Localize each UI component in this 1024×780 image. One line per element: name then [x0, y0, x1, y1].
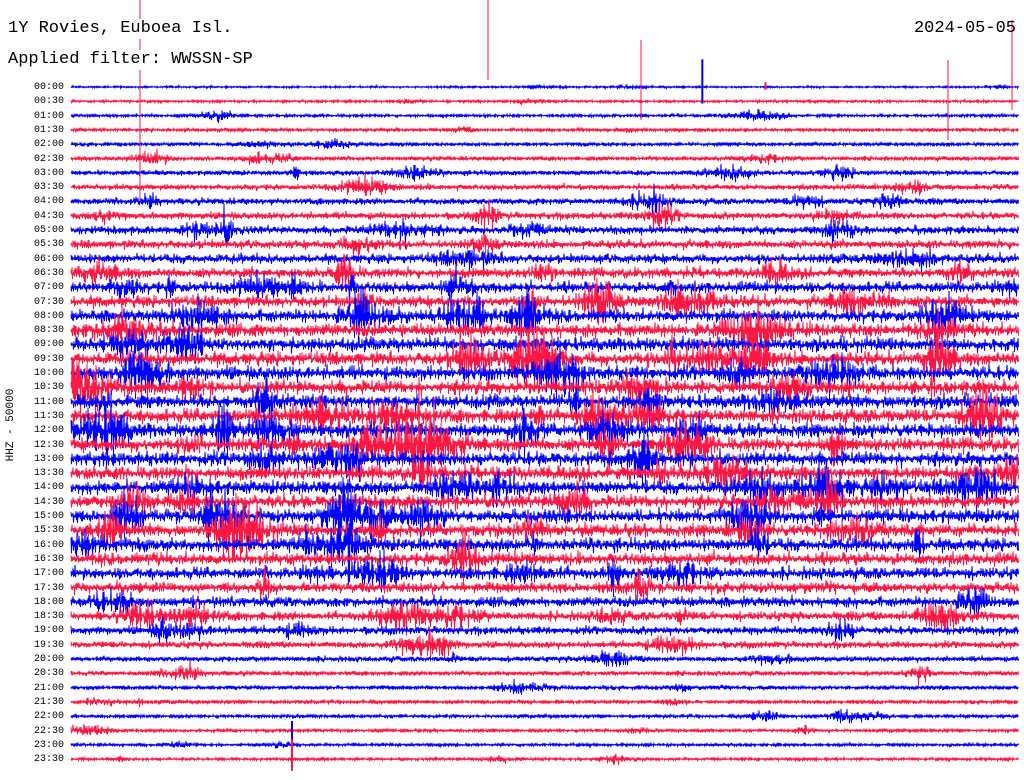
time-tick-label: 07:30 — [33, 296, 64, 308]
time-tick-label: 04:00 — [33, 196, 64, 208]
time-tick-label: 14:30 — [33, 496, 64, 508]
time-tick-label: 15:00 — [33, 511, 64, 522]
seismic-traces — [70, 0, 1019, 771]
trace-line — [70, 659, 1019, 686]
trace-line — [70, 708, 1019, 724]
time-tick-label: 19:00 — [33, 625, 64, 637]
time-tick-label: 16:00 — [33, 539, 64, 551]
time-tick-label: 15:30 — [33, 525, 64, 537]
time-tick-label: 16:30 — [33, 553, 64, 565]
time-tick-label: 02:30 — [33, 153, 64, 165]
time-tick-label: 11:30 — [33, 410, 64, 422]
time-tick-label: 03:30 — [33, 182, 64, 194]
trace-line — [70, 108, 1019, 123]
time-tick-label: 00:00 — [33, 82, 64, 93]
time-tick-label: 20:00 — [33, 654, 64, 665]
time-tick-label: 18:30 — [33, 611, 64, 623]
trace-line — [70, 198, 1019, 231]
time-tick-label: 05:00 — [33, 225, 64, 236]
time-tick-label: 13:00 — [33, 453, 64, 465]
helicorder-plot — [70, 0, 1019, 771]
time-tick-label: 17:00 — [33, 568, 64, 580]
time-tick-label: 12:30 — [33, 439, 64, 451]
time-tick-label: 21:30 — [33, 696, 64, 708]
time-tick-label: 01:30 — [33, 124, 64, 136]
time-tick-label: 18:00 — [33, 596, 64, 608]
time-tick-label: 09:00 — [33, 339, 64, 351]
time-tick-label: 21:00 — [33, 682, 64, 694]
trace-line — [70, 649, 1019, 667]
trace-line — [70, 172, 1019, 196]
time-tick-label: 12:00 — [33, 425, 64, 437]
trace-line — [70, 696, 1019, 707]
time-tick-label: 19:30 — [33, 639, 64, 651]
time-tick-label: 02:00 — [33, 139, 64, 151]
time-tick-label: 01:00 — [33, 110, 64, 122]
time-tick-label: 06:00 — [33, 253, 64, 265]
trace-line — [70, 83, 1019, 91]
time-tick-label: 05:30 — [33, 239, 64, 251]
trace-line — [70, 97, 1019, 106]
trace-line — [70, 126, 1019, 134]
time-tick-label: 08:30 — [33, 325, 64, 337]
time-tick-label: 11:00 — [33, 396, 64, 408]
trace-line — [70, 723, 1019, 736]
trace-line — [70, 284, 1019, 346]
time-tick-label: 14:00 — [33, 482, 64, 494]
time-tick-label: 07:00 — [33, 282, 64, 294]
time-tick-label: 22:00 — [33, 711, 64, 723]
time-tick-label: 20:30 — [33, 668, 64, 680]
time-tick-label: 03:00 — [33, 167, 64, 179]
time-tick-label: 13:30 — [33, 468, 64, 480]
date-label: 2024-05-05 — [913, 19, 1016, 38]
time-tick-label: 04:30 — [33, 210, 64, 222]
time-tick-label: 22:30 — [33, 725, 64, 737]
station-title: 1Y Rovies, Euboea Isl. — [8, 19, 235, 39]
trace-line — [70, 148, 1019, 166]
time-tick-label: 00:30 — [33, 96, 64, 108]
trace-line — [70, 233, 1019, 258]
trace-line — [70, 678, 1019, 695]
time-tick-label: 10:30 — [33, 382, 64, 394]
filter-label: Applied filter: WWSSN-SP — [8, 50, 255, 70]
trace-line — [70, 163, 1019, 183]
trace-line — [70, 138, 1019, 150]
time-tick-label: 10:00 — [33, 368, 64, 379]
time-tick-label: 06:30 — [33, 267, 64, 279]
trace-line — [70, 753, 1019, 766]
time-tick-label: 08:00 — [33, 310, 64, 322]
time-tick-label: 17:30 — [33, 582, 64, 594]
time-tick-label: 23:00 — [33, 739, 64, 751]
time-tick-label: 09:30 — [33, 353, 64, 365]
time-tick-label: 23:30 — [33, 754, 64, 766]
trace-line — [70, 740, 1019, 749]
